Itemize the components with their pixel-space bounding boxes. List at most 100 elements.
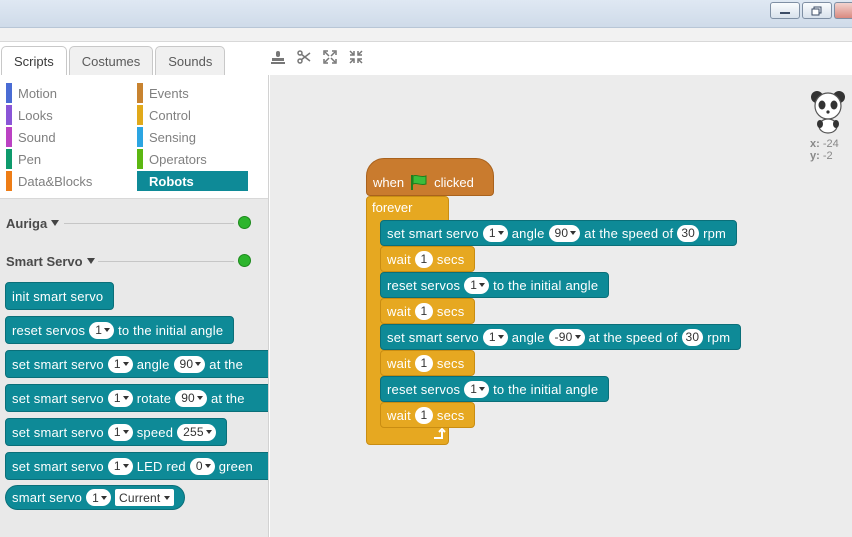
speed-input[interactable]: 30 [677,224,700,242]
category-operators[interactable]: Operators [137,149,248,169]
block-text: LED red [136,458,186,474]
category-sound[interactable]: Sound [6,127,117,147]
script-reset-servos[interactable]: reset servos 1 to the initial angle [380,272,610,298]
section-auriga[interactable]: Auriga [6,215,60,231]
speed-input[interactable]: 30 [681,328,704,346]
block-palette: Motion Looks Sound Pen Data&Blocks Event… [0,75,269,537]
forever-label: forever [372,200,413,215]
seconds-input[interactable]: 1 [414,406,433,424]
block-text: rpm [707,329,731,345]
stamp-icon[interactable] [270,48,286,66]
script-wait[interactable]: wait 1 secs [380,402,476,428]
category-control[interactable]: Control [137,105,248,125]
port-dropdown[interactable]: 1 [107,423,133,441]
x-coordinate: x: -24 [810,138,839,150]
red-dropdown[interactable]: 0 [189,457,215,475]
block-text: wait [387,407,411,423]
block-text: set smart servo [12,390,104,406]
seconds-input[interactable]: 1 [414,354,433,372]
script-reset-servos[interactable]: reset servos 1 to the initial angle [380,376,610,402]
tab-scripts[interactable]: Scripts [1,46,67,76]
block-set-servo-angle[interactable]: set smart servo 1 angle 90 at the [5,350,268,378]
minimize-button[interactable] [770,2,800,19]
block-text: wait [387,251,411,267]
port-dropdown[interactable]: 1 [482,328,508,346]
x-value: -24 [822,138,839,150]
when-flag-clicked-block[interactable]: when clicked [366,158,494,196]
editor-tabs: Scripts Costumes Sounds [0,46,226,76]
port-dropdown[interactable]: 1 [464,380,490,398]
block-text: set smart servo [387,329,479,345]
block-text: wait [387,355,411,371]
tab-sounds[interactable]: Sounds [155,46,226,75]
chevron-down-icon [86,258,95,264]
close-button[interactable] [834,2,852,19]
category-looks[interactable]: Looks [6,105,117,125]
block-reset-servos[interactable]: reset servos 1 to the initial angle [5,316,235,344]
tab-costumes[interactable]: Costumes [68,46,154,75]
category-sensing[interactable]: Sensing [137,127,248,147]
category-pen[interactable]: Pen [6,149,117,169]
category-list: Motion Looks Sound Pen Data&Blocks Event… [0,75,268,199]
category-label: Control [149,107,191,123]
category-robots[interactable]: Robots [137,171,248,191]
category-motion[interactable]: Motion [6,83,117,103]
window-controls [770,2,852,19]
block-text: when [373,174,405,190]
angle-dropdown[interactable]: -90 [548,328,585,346]
shrink-icon[interactable] [348,48,364,66]
script-set-servo-angle[interactable]: set smart servo 1 angle 90 at the speed of 30… [380,220,738,246]
section-divider [64,223,234,224]
category-label: Looks [18,107,53,123]
rotate-dropdown[interactable]: 90 [175,389,207,407]
y-label: y: [810,150,820,162]
block-set-servo-speed[interactable]: set smart servo 1 speed 255 [5,418,227,446]
script-wait[interactable]: wait 1 secs [380,350,476,376]
angle-dropdown[interactable]: 90 [548,224,581,242]
block-text: set smart servo [12,458,104,474]
block-text: to the initial angle [493,381,599,397]
script-set-servo-angle[interactable]: set smart servo 1 angle -90 at the speed of 3… [380,324,742,350]
script-area[interactable] [270,75,852,537]
category-label: Sensing [149,129,196,145]
block-text: secs [436,407,465,423]
chevron-down-icon [51,220,60,226]
category-events[interactable]: Events [137,83,248,103]
port-dropdown[interactable]: 1 [86,489,111,506]
port-dropdown[interactable]: 1 [482,224,508,242]
category-swatch [6,171,12,191]
menu-bar [0,28,852,42]
connection-status-dot [238,216,251,229]
block-smart-servo-reporter[interactable]: smart servo 1 Current [5,485,186,510]
speed-dropdown[interactable]: 255 [177,423,216,441]
angle-dropdown[interactable]: 90 [173,355,206,373]
section-label: Smart Servo [6,253,83,269]
block-text: set smart servo [12,356,104,372]
scissors-icon[interactable] [296,48,312,66]
category-label: Motion [18,85,58,101]
block-set-servo-led[interactable]: set smart servo 1 LED red 0 green [5,452,268,480]
grow-icon[interactable] [322,48,338,66]
category-swatch [137,127,143,147]
category-swatch [137,171,143,191]
restore-icon [811,6,822,15]
option-dropdown[interactable]: Current [114,489,175,506]
port-dropdown[interactable]: 1 [107,355,133,373]
seconds-input[interactable]: 1 [414,302,433,320]
section-smart-servo[interactable]: Smart Servo [6,253,96,269]
port-dropdown[interactable]: 1 [89,321,115,339]
block-init-smart-servo[interactable]: init smart servo [5,282,115,310]
seconds-input[interactable]: 1 [414,250,433,268]
category-label: Events [149,85,189,101]
port-dropdown[interactable]: 1 [464,276,490,294]
script-wait[interactable]: wait 1 secs [380,298,476,324]
block-text: set smart servo [387,225,479,241]
block-text: set smart servo [12,424,104,440]
port-dropdown[interactable]: 1 [107,389,133,407]
port-dropdown[interactable]: 1 [107,457,133,475]
script-wait[interactable]: wait 1 secs [380,246,476,272]
category-label: Operators [149,151,207,167]
block-set-servo-rotate[interactable]: set smart servo 1 rotate 90 at the [5,384,268,412]
restore-button[interactable] [802,2,832,19]
category-data-blocks[interactable]: Data&Blocks [6,171,117,191]
